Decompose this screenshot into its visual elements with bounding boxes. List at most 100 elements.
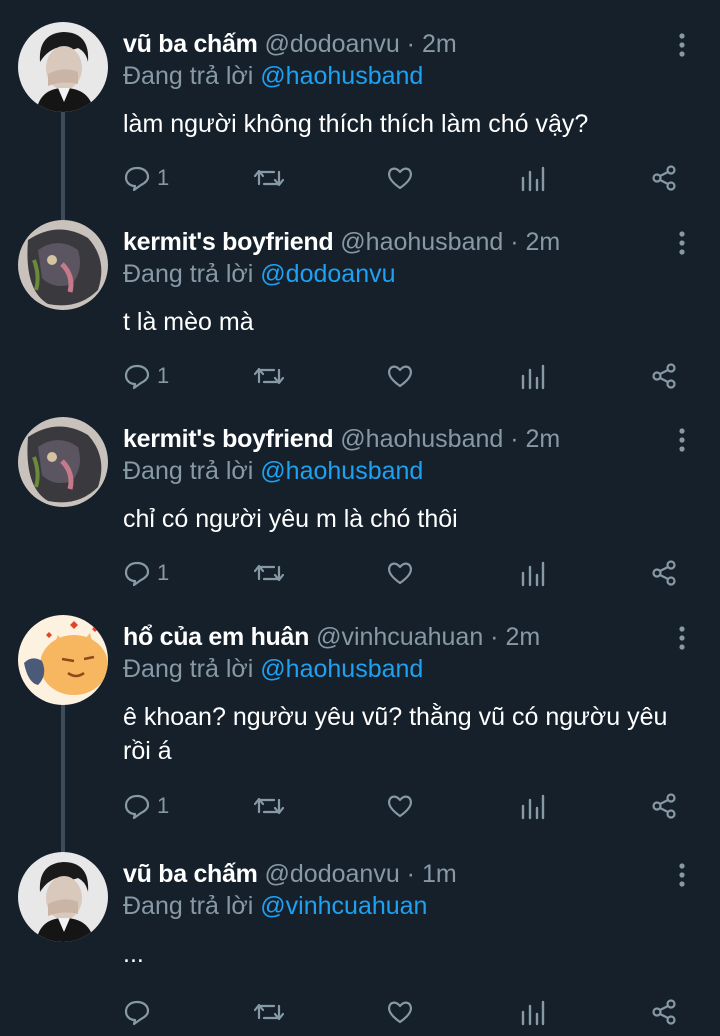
action-bar: 1 [0, 791, 720, 821]
analytics-button[interactable] [520, 361, 546, 391]
heart-icon [388, 795, 412, 818]
analytics-button[interactable] [520, 558, 546, 588]
author-handle[interactable]: @haohusband [340, 228, 503, 256]
analytics-button[interactable] [520, 791, 546, 821]
author-name[interactable]: hổ của em huân [123, 623, 309, 651]
reply-button[interactable]: 1 [123, 361, 169, 391]
share-button[interactable] [650, 361, 678, 391]
reply-count: 1 [157, 793, 170, 818]
timestamp[interactable]: 1m [422, 860, 457, 888]
author-handle[interactable]: @vinhcuahuan [316, 623, 483, 651]
like-button[interactable] [386, 163, 414, 193]
reply-context: Đang trả lời @haohusband [123, 455, 423, 487]
action-bar [0, 997, 720, 1027]
reply-icon [124, 561, 150, 587]
reply-button[interactable]: 1 [123, 558, 169, 588]
analytics-icon [521, 166, 545, 192]
like-button[interactable] [386, 558, 414, 588]
retweet-button[interactable] [254, 163, 284, 193]
retweet-icon [254, 169, 284, 187]
timestamp[interactable]: 2m [505, 623, 540, 651]
tweet-text: t là mèo mà [123, 308, 254, 336]
heart-icon [388, 1001, 412, 1024]
tweet[interactable]: vũ ba chấm @dodoanvu · 1m Đang trả lời @… [0, 830, 720, 1036]
mention-link[interactable]: @haohusband [260, 655, 423, 683]
separator: · [399, 860, 422, 888]
avatar[interactable] [18, 417, 108, 507]
tweet[interactable]: hổ của em huân @vinhcuahuan · 2m Đang tr… [0, 593, 720, 853]
more-options-icon[interactable] [672, 426, 692, 454]
like-button[interactable] [386, 361, 414, 391]
retweet-button[interactable] [254, 558, 284, 588]
reply-context: Đang trả lời @haohusband [123, 60, 423, 92]
mention-link[interactable]: @haohusband [260, 62, 423, 90]
avatar[interactable] [18, 220, 108, 310]
tweet-text: ê khoan? ngườu yêu vũ? thằng vũ có ngườu… [123, 703, 668, 765]
analytics-button[interactable] [520, 997, 546, 1027]
more-options-icon[interactable] [672, 861, 692, 889]
like-button[interactable] [386, 997, 414, 1027]
more-options-icon[interactable] [672, 229, 692, 257]
reply-prefix: Đang trả lời [123, 655, 254, 683]
share-icon [652, 560, 676, 586]
author-name[interactable]: vũ ba chấm [123, 860, 258, 888]
more-options-icon[interactable] [672, 31, 692, 59]
avatar[interactable] [18, 852, 108, 942]
heart-icon [388, 365, 412, 388]
reply-count: 1 [157, 165, 170, 190]
tweet-text: ... [123, 940, 144, 968]
heart-icon [388, 167, 412, 190]
reply-button[interactable]: 1 [123, 791, 169, 821]
action-bar: 1 [0, 558, 720, 588]
mention-link[interactable]: @haohusband [260, 457, 423, 485]
reply-icon [124, 1000, 150, 1026]
avatar[interactable] [18, 615, 108, 705]
author-name[interactable]: kermit's boyfriend [123, 425, 334, 453]
share-button[interactable] [650, 163, 678, 193]
tweet[interactable]: vũ ba chấm @dodoanvu · 2m Đang trả lời @… [0, 0, 720, 235]
retweet-icon [254, 367, 284, 385]
reply-icon [124, 794, 150, 820]
share-icon [652, 999, 676, 1025]
action-bar: 1 [0, 361, 720, 391]
author-handle[interactable]: @dodoanvu [265, 860, 400, 888]
analytics-icon [521, 794, 545, 820]
analytics-icon [521, 1000, 545, 1026]
tweet-text: chỉ có người yêu m là chó thôi [123, 505, 458, 533]
author-handle[interactable]: @dodoanvu [265, 30, 400, 58]
reply-prefix: Đang trả lời [123, 892, 254, 920]
reply-icon [124, 166, 150, 192]
retweet-button[interactable] [254, 791, 284, 821]
reply-context: Đang trả lời @haohusband [123, 653, 423, 685]
author-handle[interactable]: @haohusband [340, 425, 503, 453]
reply-prefix: Đang trả lời [123, 457, 254, 485]
retweet-icon [254, 1003, 284, 1021]
retweet-button[interactable] [254, 997, 284, 1027]
reply-prefix: Đang trả lời [123, 260, 254, 288]
share-button[interactable] [650, 997, 678, 1027]
analytics-icon [521, 364, 545, 390]
timestamp[interactable]: 2m [422, 30, 457, 58]
reply-count: 1 [157, 560, 170, 585]
tweet[interactable]: kermit's boyfriend @haohusband · 2m Đang… [0, 395, 720, 595]
avatar[interactable] [18, 22, 108, 112]
timestamp[interactable]: 2m [526, 425, 561, 453]
mention-link[interactable]: @dodoanvu [260, 260, 395, 288]
share-button[interactable] [650, 558, 678, 588]
more-options-icon[interactable] [672, 624, 692, 652]
share-button[interactable] [650, 791, 678, 821]
tweet-text: làm người không thích thích làm chó vậy? [123, 110, 589, 138]
tweet[interactable]: kermit's boyfriend @haohusband · 2m Đang… [0, 198, 720, 398]
mention-link[interactable]: @vinhcuahuan [260, 892, 427, 920]
timestamp[interactable]: 2m [526, 228, 561, 256]
retweet-button[interactable] [254, 361, 284, 391]
share-icon [652, 793, 676, 819]
analytics-button[interactable] [520, 163, 546, 193]
separator: · [399, 30, 422, 58]
like-button[interactable] [386, 791, 414, 821]
reply-button[interactable]: 1 [123, 163, 169, 193]
heart-icon [388, 562, 412, 585]
author-name[interactable]: vũ ba chấm [123, 30, 258, 58]
reply-button[interactable] [123, 997, 157, 1027]
author-name[interactable]: kermit's boyfriend [123, 228, 334, 256]
